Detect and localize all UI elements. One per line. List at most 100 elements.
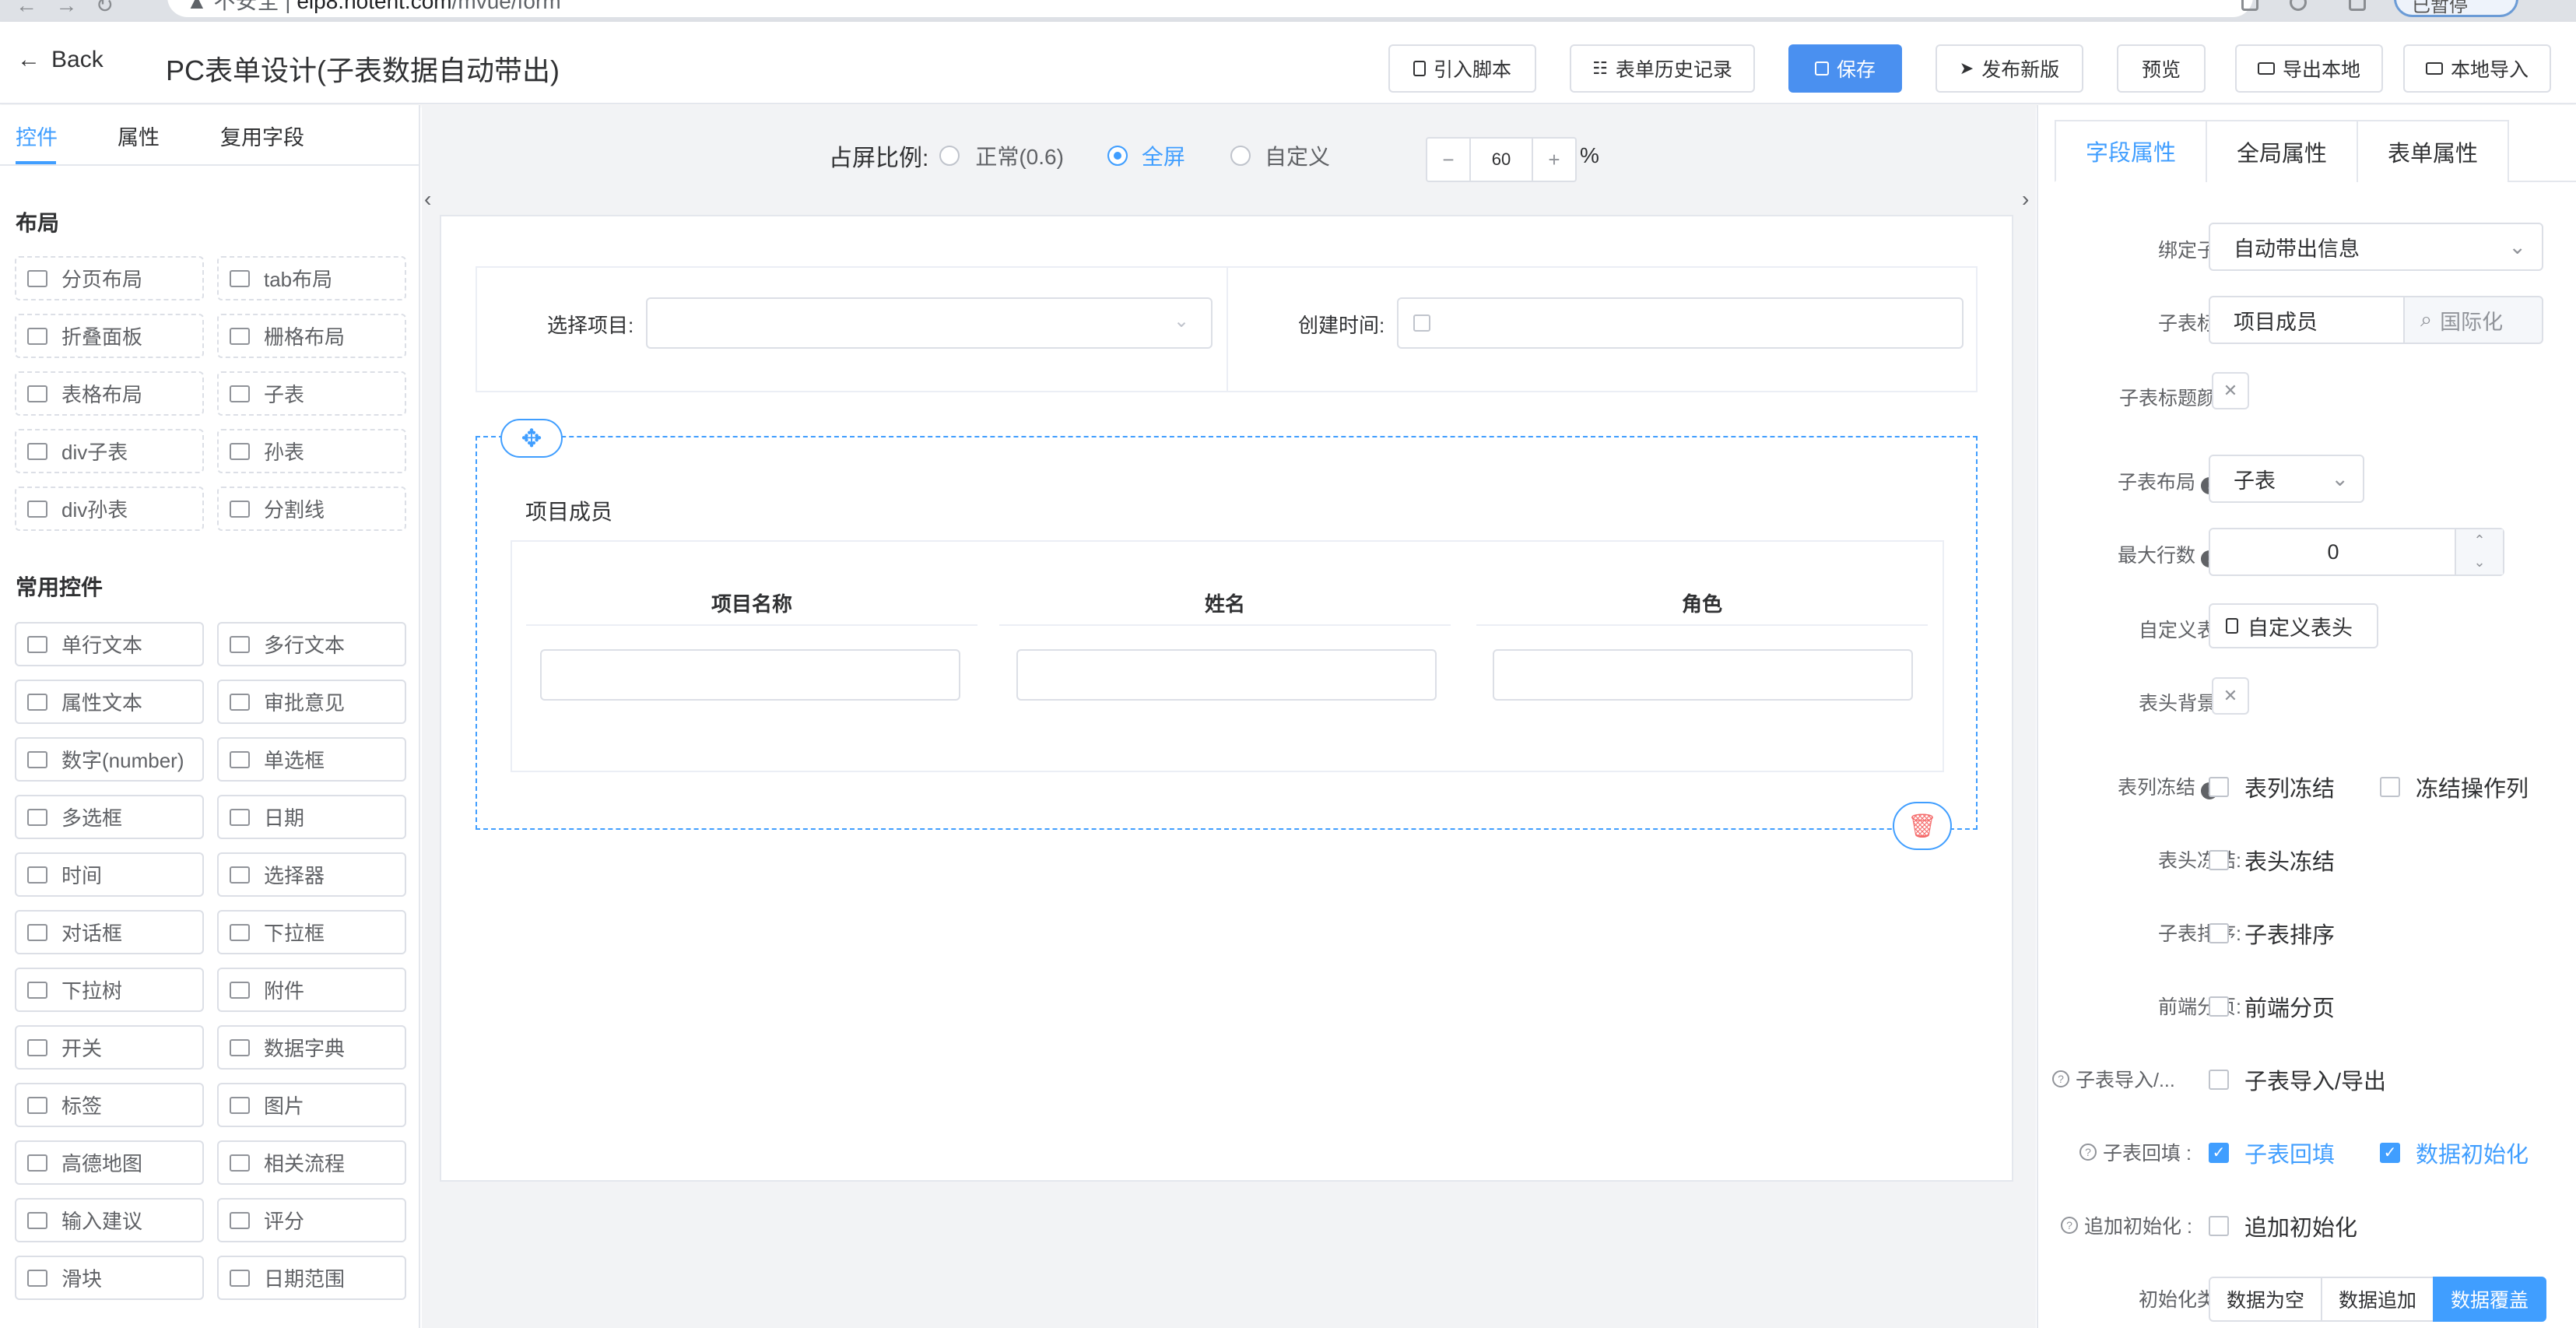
op-freeze-option[interactable]: 冻结操作列 bbox=[2380, 771, 2529, 803]
component-item[interactable]: 选择器 bbox=[217, 852, 406, 897]
component-item[interactable]: 审批意见 bbox=[217, 680, 406, 724]
import-local-button[interactable]: 本地导入 bbox=[2403, 44, 2551, 93]
init-type-overwrite[interactable]: 数据覆盖 bbox=[2433, 1277, 2546, 1322]
tab-global-properties[interactable]: 全局属性 bbox=[2206, 120, 2358, 182]
component-item[interactable]: 数据字典 bbox=[217, 1025, 406, 1070]
backfill-option[interactable]: ✓ 子表回填 bbox=[2209, 1137, 2335, 1169]
component-item[interactable]: 栅格布局 bbox=[217, 314, 406, 358]
back-button[interactable]: ← Back bbox=[17, 47, 104, 73]
component-item[interactable]: 单行文本 bbox=[15, 622, 204, 666]
tab-components[interactable]: 控件 bbox=[16, 121, 58, 151]
head-freeze-checkbox[interactable] bbox=[2209, 850, 2229, 870]
paging-checkbox[interactable] bbox=[2209, 996, 2229, 1017]
cell-input-project-name[interactable] bbox=[540, 649, 960, 701]
move-icon[interactable]: ✥ bbox=[500, 419, 563, 458]
stepper-value[interactable]: 60 bbox=[1471, 139, 1532, 181]
bind-subtable-select[interactable]: 自动带出信息 ⌄ bbox=[2209, 223, 2543, 271]
component-item[interactable]: 相关流程 bbox=[217, 1140, 406, 1185]
stepper-minus[interactable]: − bbox=[1427, 139, 1471, 181]
component-item[interactable]: div孙表 bbox=[15, 487, 204, 531]
custom-header-button[interactable]: 自定义表头 bbox=[2209, 603, 2378, 648]
import-script-button[interactable]: 引入脚本 bbox=[1388, 44, 1536, 93]
radio-normal[interactable] bbox=[939, 146, 960, 166]
component-item[interactable]: 数字(number) bbox=[15, 737, 204, 782]
component-label: 评分 bbox=[264, 1210, 305, 1233]
export-local-button[interactable]: 导出本地 bbox=[2235, 44, 2383, 93]
component-item[interactable]: tab布局 bbox=[217, 256, 406, 300]
address-bar[interactable]: ▲ 不安全 | eip8.hotent.com/mvue/form bbox=[167, 0, 2253, 17]
browser-nav-icons[interactable]: ← → ↻ bbox=[16, 0, 114, 18]
share-icon[interactable] bbox=[2241, 0, 2258, 11]
radio-fullscreen[interactable] bbox=[1107, 146, 1128, 166]
collapse-left-icon[interactable]: ‹ bbox=[424, 187, 440, 230]
sidebar-icon[interactable] bbox=[2349, 0, 2366, 11]
component-item[interactable]: 开关 bbox=[15, 1025, 204, 1070]
component-item[interactable]: 子表 bbox=[217, 371, 406, 416]
component-item[interactable]: 多选框 bbox=[15, 795, 204, 839]
component-item[interactable]: 标签 bbox=[15, 1083, 204, 1127]
append-option[interactable]: 追加初始化 bbox=[2209, 1210, 2357, 1242]
component-item[interactable]: 下拉框 bbox=[217, 910, 406, 954]
component-item[interactable]: 属性文本 bbox=[15, 680, 204, 724]
op-freeze-checkbox[interactable] bbox=[2380, 777, 2400, 797]
import-option[interactable]: 子表导入/导出 bbox=[2209, 1063, 2386, 1096]
col-freeze-option[interactable]: 表列冻结 bbox=[2209, 771, 2335, 803]
tab-field-properties[interactable]: 字段属性 bbox=[2055, 120, 2207, 182]
component-item[interactable]: 滑块 bbox=[15, 1256, 204, 1300]
subtable-title-input[interactable]: 项目成员 bbox=[2209, 296, 2405, 344]
radio-custom[interactable] bbox=[1230, 146, 1251, 166]
datainit-checkbox[interactable]: ✓ bbox=[2380, 1143, 2400, 1163]
trash-icon[interactable]: 🗑 bbox=[1893, 802, 1952, 850]
append-checkbox[interactable] bbox=[2209, 1216, 2229, 1236]
component-item[interactable]: 孙表 bbox=[217, 429, 406, 473]
cell-input-name[interactable] bbox=[1016, 649, 1437, 701]
sort-option[interactable]: 子表排序 bbox=[2209, 917, 2335, 950]
import-checkbox[interactable] bbox=[2209, 1070, 2229, 1090]
component-item[interactable]: 单选框 bbox=[217, 737, 406, 782]
preview-button[interactable]: 预览 bbox=[2117, 44, 2206, 93]
component-item[interactable]: 评分 bbox=[217, 1198, 406, 1242]
component-item[interactable]: 折叠面板 bbox=[15, 314, 204, 358]
select-project-input[interactable] bbox=[646, 297, 1213, 349]
component-item[interactable]: div子表 bbox=[15, 429, 204, 473]
collapse-right-icon[interactable]: › bbox=[2022, 187, 2037, 230]
create-time-input[interactable] bbox=[1397, 297, 1964, 349]
tab-form-properties[interactable]: 表单属性 bbox=[2357, 120, 2509, 182]
stepper-plus[interactable]: + bbox=[1532, 139, 1575, 181]
component-item[interactable]: 日期 bbox=[217, 795, 406, 839]
save-button[interactable]: 保存 bbox=[1788, 44, 1902, 93]
component-item[interactable]: 多行文本 bbox=[217, 622, 406, 666]
component-icon bbox=[230, 1211, 250, 1229]
backfill-checkbox[interactable]: ✓ bbox=[2209, 1143, 2229, 1163]
component-item[interactable]: 下拉树 bbox=[15, 968, 204, 1012]
paging-option[interactable]: 前端分页 bbox=[2209, 990, 2335, 1023]
profile-button[interactable]: 已暂停 bbox=[2394, 0, 2518, 17]
init-type-append[interactable]: 数据追加 bbox=[2321, 1277, 2434, 1322]
title-color-picker[interactable]: ✕ bbox=[2212, 372, 2249, 409]
subtable-title-value: 项目成员 bbox=[2234, 310, 2318, 334]
tab-properties[interactable]: 属性 bbox=[118, 121, 160, 151]
tab-reuse-fields[interactable]: 复用字段 bbox=[220, 121, 304, 151]
header-bg-picker[interactable]: ✕ bbox=[2212, 677, 2249, 715]
publish-button[interactable]: ➤ 发布新版 bbox=[1936, 44, 2083, 93]
maxrows-spinner[interactable]: ⌃ ⌄ bbox=[2455, 529, 2503, 574]
component-item[interactable]: 对话框 bbox=[15, 910, 204, 954]
component-item[interactable]: 输入建议 bbox=[15, 1198, 204, 1242]
layout-select[interactable]: 子表 ⌄ bbox=[2209, 455, 2364, 503]
i18n-button[interactable]: ⌕ 国际化 bbox=[2403, 296, 2543, 344]
component-item[interactable]: 分页布局 bbox=[15, 256, 204, 300]
cell-input-role[interactable] bbox=[1493, 649, 1913, 701]
component-item[interactable]: 分割线 bbox=[217, 487, 406, 531]
init-type-empty[interactable]: 数据为空 bbox=[2209, 1277, 2322, 1322]
datainit-option[interactable]: ✓ 数据初始化 bbox=[2380, 1137, 2529, 1169]
component-item[interactable]: 日期范围 bbox=[217, 1256, 406, 1300]
component-item[interactable]: 高德地图 bbox=[15, 1140, 204, 1185]
component-item[interactable]: 图片 bbox=[217, 1083, 406, 1127]
component-item[interactable]: 表格布局 bbox=[15, 371, 204, 416]
sort-checkbox[interactable] bbox=[2209, 923, 2229, 943]
history-button[interactable]: ☷ 表单历史记录 bbox=[1570, 44, 1755, 93]
col-freeze-checkbox[interactable] bbox=[2209, 777, 2229, 797]
component-item[interactable]: 附件 bbox=[217, 968, 406, 1012]
head-freeze-option[interactable]: 表头冻结 bbox=[2209, 844, 2335, 877]
component-item[interactable]: 时间 bbox=[15, 852, 204, 897]
